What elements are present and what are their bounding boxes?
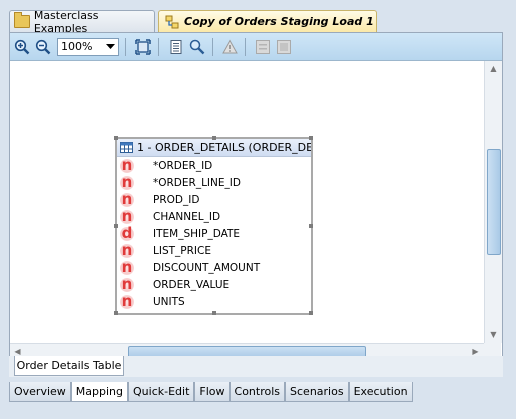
toolbar-separator [245,37,246,56]
numeric-type-icon: n [120,190,134,208]
validate-button[interactable] [221,38,239,56]
resize-handle[interactable] [309,224,313,228]
numeric-type-icon: n [120,241,134,259]
datastore-column-row[interactable]: n UNITS [117,293,311,310]
datastore-column-row[interactable]: n ORDER_VALUE [117,276,311,293]
layout-icon [170,39,182,54]
column-name: ORDER_VALUE [153,278,230,291]
tab-controls[interactable]: Controls [229,382,286,402]
datastore-column-row[interactable]: d ITEM_SHIP_DATE [117,225,311,242]
datastore-column-row[interactable]: n *ORDER_LINE_ID [117,174,311,191]
resize-handle[interactable] [212,136,216,140]
table-icon [120,142,133,153]
datastore-header[interactable]: 1 - ORDER_DETAILS (ORDER_DETAILS) [117,139,311,157]
tab-masterclass-examples[interactable]: Masterclass Examples [9,8,155,35]
datastore-title: 1 - ORDER_DETAILS (ORDER_DETAILS) [137,141,311,154]
resize-handle[interactable] [114,224,118,228]
zoom-out-icon [35,39,51,54]
editor-bottom-tabs: Overview Mapping Quick-Edit Flow Controls Sce… [9,382,413,402]
column-name: *ORDER_ID [153,159,213,172]
zoom-level-value: 100% [61,40,93,53]
toolbar-separator [212,37,213,56]
resize-handle[interactable] [212,311,216,315]
numeric-type-icon: n [120,207,134,225]
date-type-icon: d [120,224,134,242]
editor-frame: Masterclass Examples Copy of Orders Stag… [0,0,516,419]
vertical-scroll-thumb[interactable] [487,149,501,255]
column-name: DISCOUNT_AMOUNT [153,261,261,274]
toolbar-separator [158,37,159,56]
mapping-icon [165,15,179,28]
diagram-toolbar: 100% [10,33,502,61]
disabled-icon-2 [277,39,291,54]
resize-handle[interactable] [114,136,118,140]
numeric-type-icon: n [120,156,134,174]
datastore-order-details[interactable]: 1 - ORDER_DETAILS (ORDER_DETAILS) n *ORDE… [114,136,313,315]
zoom-out-button[interactable] [34,38,52,56]
fit-to-window-icon [135,38,151,55]
numeric-type-icon: n [120,292,134,310]
search-button[interactable] [188,38,206,56]
toolbar-separator [125,37,126,56]
column-name: *ORDER_LINE_ID [153,176,241,189]
zoom-in-icon [14,39,30,54]
fit-to-window-button[interactable] [134,38,152,56]
disabled-icon-1 [256,39,270,54]
column-name: PROD_ID [153,193,200,206]
folder-icon [14,12,30,28]
scroll-up-icon[interactable]: ▲ [488,63,499,74]
column-name: UNITS [153,295,185,308]
zoom-level-select[interactable]: 100% [57,37,119,56]
datastore-column-row[interactable]: n DISCOUNT_AMOUNT [117,259,311,276]
document-tabs: Masterclass Examples Copy of Orders Stag… [9,8,503,35]
column-name: CHANNEL_ID [153,210,221,223]
tab-label: Masterclass Examples [33,8,99,35]
chevron-down-icon [104,41,116,53]
numeric-type-icon: n [120,173,134,191]
diagram-canvas[interactable]: 1 - ORDER_DETAILS (ORDER_DETAILS) n *ORDE… [10,61,484,343]
datastore-column-row[interactable]: n CHANNEL_ID [117,208,311,225]
datastore-column-list: n *ORDER_ID n *ORDER_LINE_ID n PROD_ID n CHANNE… [117,157,311,310]
vertical-scrollbar[interactable]: ▲ ▼ [484,61,502,343]
layout-button[interactable] [167,38,185,56]
resize-handle[interactable] [309,311,313,315]
tab-mapping[interactable]: Mapping [70,382,129,402]
datastore-column-row[interactable]: n *ORDER_ID [117,157,311,174]
tab-overview[interactable]: Overview [9,382,71,402]
tab-label: Copy of Orders Staging Load 1 [184,15,374,28]
tab-quick-edit[interactable]: Quick-Edit [128,382,195,402]
validate-icon [222,38,238,53]
tab-copy-of-orders-staging-load[interactable]: Copy of Orders Staging Load 1 [158,10,377,32]
tab-flow[interactable]: Flow [194,382,230,402]
tab-scenarios[interactable]: Scenarios [285,382,349,402]
resize-handle[interactable] [114,311,118,315]
numeric-type-icon: n [120,275,134,293]
tab-execution[interactable]: Execution [348,382,413,402]
numeric-type-icon: n [120,258,134,276]
disabled-button-2[interactable] [275,38,293,56]
tab-order-details-table[interactable]: Order Details Table [14,356,124,376]
datastore-column-row[interactable]: n PROD_ID [117,191,311,208]
mapping-editor: 100% 1 - ORDER_DETAILS (ORDER_D n *ORDER… [9,32,503,377]
tab-label: Order Details Table [16,359,122,372]
column-name: ITEM_SHIP_DATE [153,227,241,240]
column-name: LIST_PRICE [153,244,211,257]
resize-handle[interactable] [309,136,313,140]
scroll-down-icon[interactable]: ▼ [488,329,499,340]
disabled-button-1[interactable] [254,38,272,56]
search-icon [189,39,205,54]
zoom-in-button[interactable] [13,38,31,56]
property-tab-strip: Order Details Table [9,356,503,377]
datastore-column-row[interactable]: n LIST_PRICE [117,242,311,259]
